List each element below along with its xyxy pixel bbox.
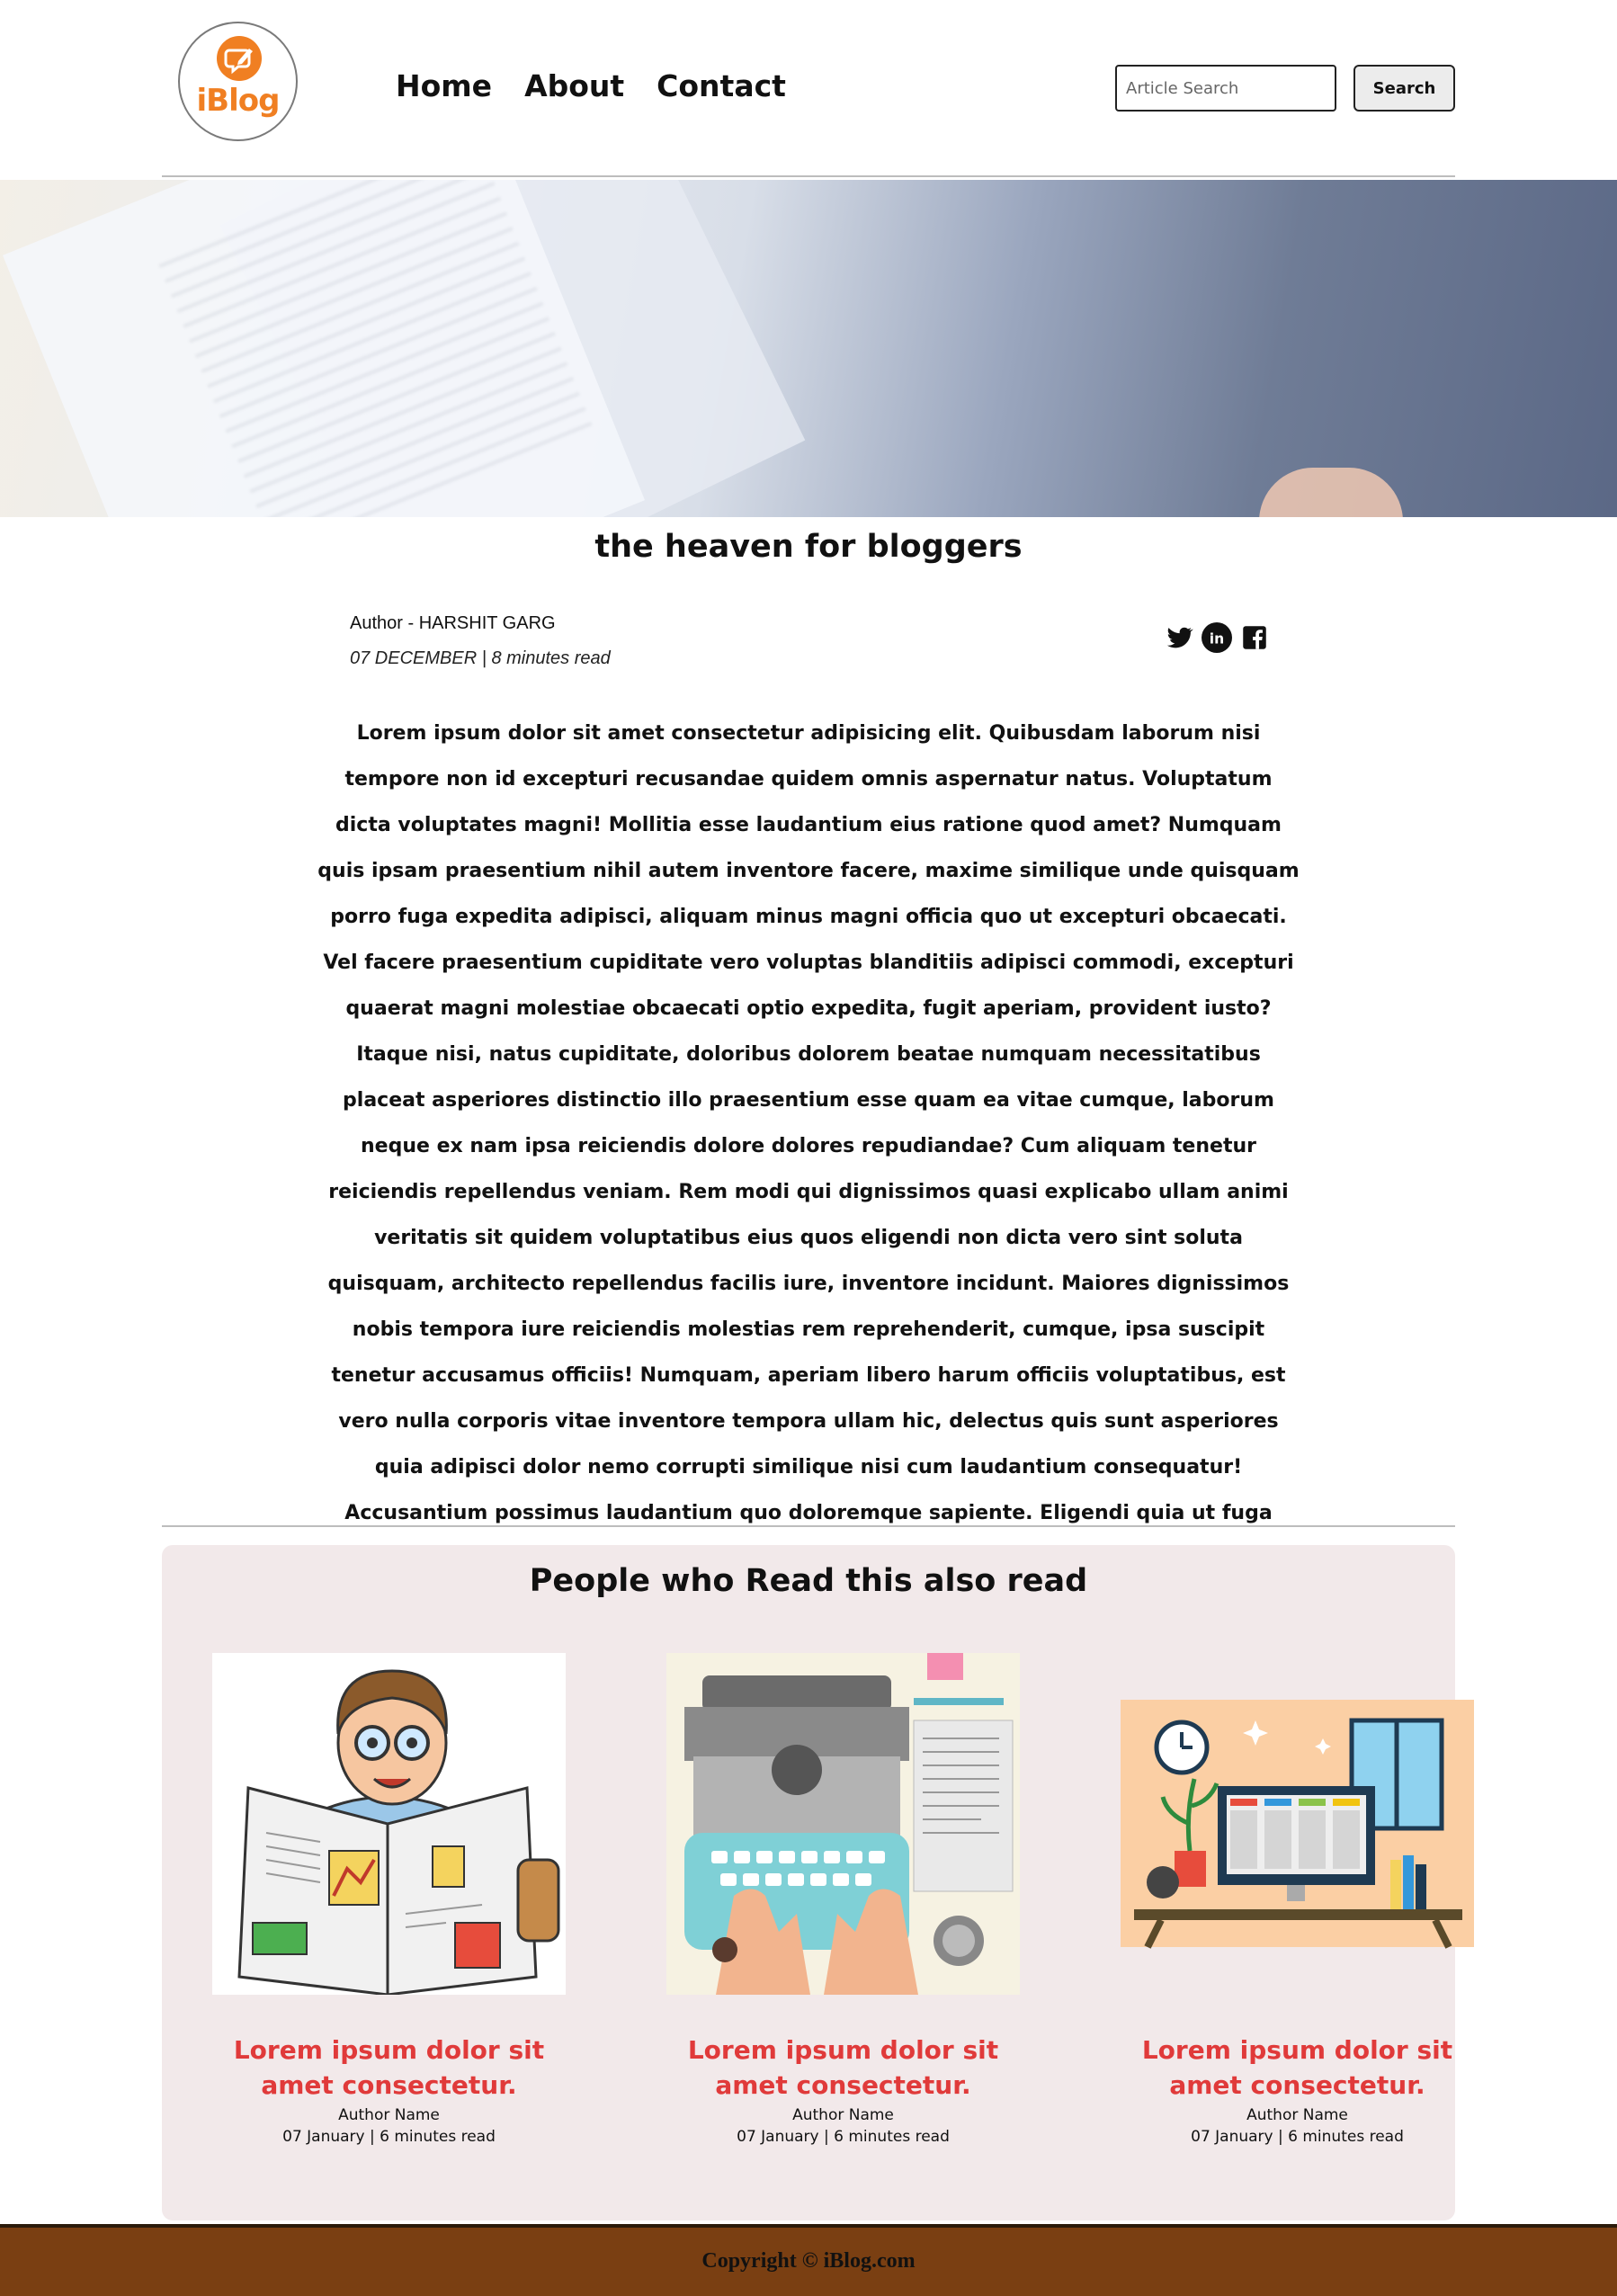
nav-contact[interactable]: Contact <box>657 68 786 103</box>
article-body: Lorem ipsum dolor sit amet consectetur a… <box>317 722 1300 1570</box>
linkedin-icon[interactable]: in <box>1202 622 1232 653</box>
related-card-author: Author Name <box>1246 2106 1348 2124</box>
site-header: iBlog Home About Contact Search <box>162 0 1455 177</box>
article-date: 07 DECEMBER | 8 minutes read <box>350 648 611 668</box>
copyright-text: Copyright © iBlog.com <box>701 2249 916 2273</box>
newspaper-reader-illustration[interactable] <box>212 1653 566 1995</box>
search-button[interactable]: Search <box>1353 65 1455 112</box>
hero-banner-image <box>0 180 1617 517</box>
related-title: People who Read this also read <box>529 1563 1088 1599</box>
main-nav: Home About Contact <box>396 68 786 103</box>
related-card[interactable]: Lorem ipsum dolor sit amet consectetur. … <box>666 1653 1020 2146</box>
article-search-input[interactable] <box>1115 65 1336 112</box>
site-footer: Copyright © iBlog.com <box>0 2224 1617 2296</box>
twitter-icon[interactable] <box>1164 622 1194 653</box>
desk-workspace-illustration[interactable] <box>1121 1653 1474 1995</box>
related-card-author: Author Name <box>792 2106 894 2124</box>
related-card-title[interactable]: Lorem ipsum dolor sit amet consectetur. <box>1121 2032 1474 2103</box>
related-card-title[interactable]: Lorem ipsum dolor sit amet consectetur. <box>666 2032 1020 2103</box>
related-card-author: Author Name <box>338 2106 440 2124</box>
typewriter-illustration[interactable] <box>666 1653 1020 1995</box>
hero-thumb <box>1259 468 1403 517</box>
related-card-date: 07 January | 6 minutes read <box>282 2128 496 2146</box>
social-links: in <box>1164 622 1270 653</box>
nav-home[interactable]: Home <box>396 68 492 103</box>
article-title: the heaven for bloggers <box>594 529 1023 565</box>
logo-text: iBlog <box>196 83 281 119</box>
related-card[interactable]: Lorem ipsum dolor sit amet consectetur. … <box>1121 1653 1474 2146</box>
related-card-title[interactable]: Lorem ipsum dolor sit amet consectetur. <box>212 2032 566 2103</box>
related-card-date: 07 January | 6 minutes read <box>1191 2128 1404 2146</box>
chat-edit-icon <box>217 36 262 81</box>
article-author: Author - HARSHIT GARG <box>350 613 556 633</box>
section-divider <box>162 1525 1455 1527</box>
facebook-icon[interactable] <box>1239 622 1270 653</box>
iblog-logo[interactable]: iBlog <box>178 22 298 141</box>
related-card[interactable]: Lorem ipsum dolor sit amet consectetur. … <box>212 1653 566 2146</box>
svg-text:in: in <box>1210 630 1224 647</box>
related-articles: People who Read this also read Lorem ips… <box>162 1545 1474 2220</box>
nav-about[interactable]: About <box>524 68 624 103</box>
related-card-date: 07 January | 6 minutes read <box>737 2128 950 2146</box>
